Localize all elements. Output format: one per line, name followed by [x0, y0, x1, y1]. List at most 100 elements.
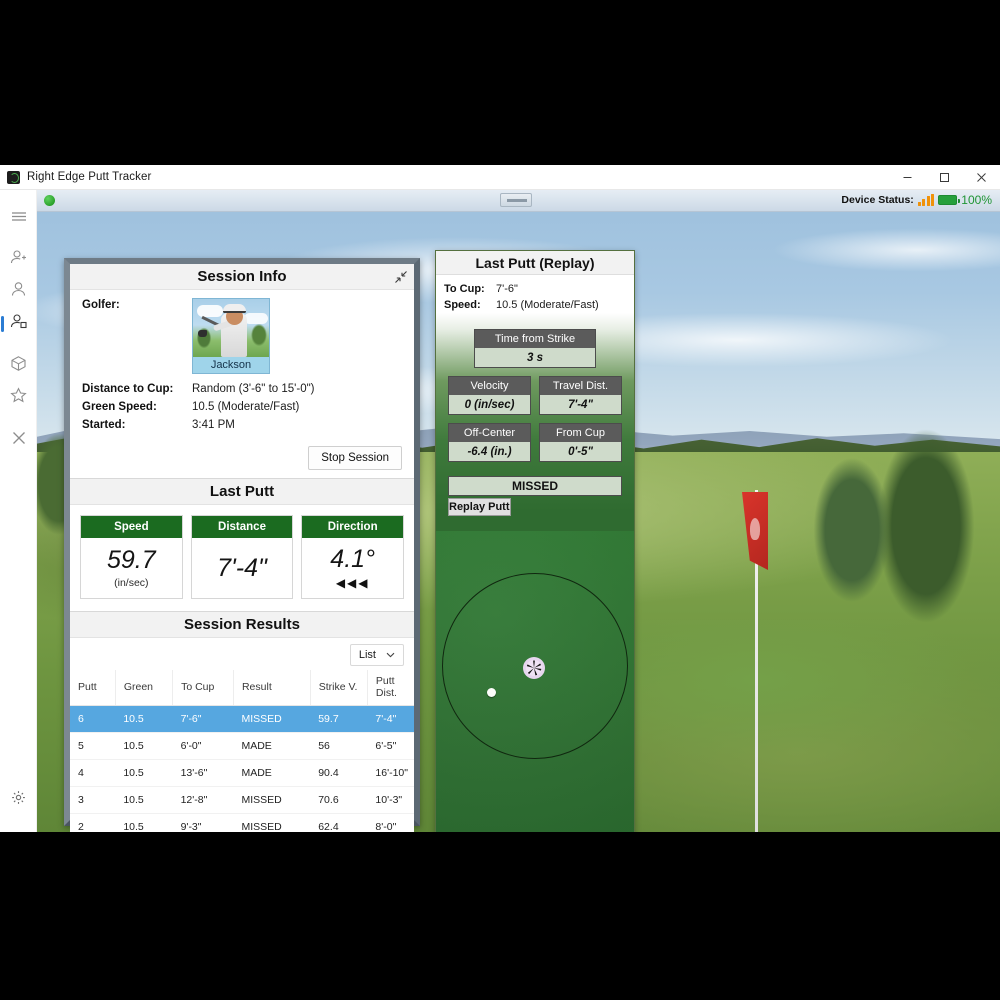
table-row[interactable]: 3 10.5 12'-8" MISSED 70.6 10'-3"	[70, 786, 414, 814]
sidebar-item-add-golfer[interactable]	[0, 244, 37, 276]
cell-putt: 6	[70, 705, 116, 733]
distance-to-cup-label: Distance to Cup:	[82, 383, 174, 395]
screenshot-root: Right Edge Putt Tracker Device Status: 1…	[0, 0, 1000, 1000]
column-header-putt: Putt	[70, 670, 116, 706]
replay-card-row: Off-Center -6.4 (in.) From Cup 0'-5"	[448, 423, 622, 470]
table-row[interactable]: 5 10.5 6'-0" MADE 56 6'-5"	[70, 732, 414, 760]
close-button[interactable]	[963, 165, 1000, 190]
cell-result: MISSED	[233, 705, 311, 733]
distance-tile-value: 7'-4"	[217, 553, 267, 582]
cell-green: 10.5	[115, 705, 173, 733]
off-center-value: -6.4 (in.)	[449, 442, 530, 461]
travel-distance-card: Travel Dist. 7'-4"	[539, 376, 622, 415]
cell-to-cup: 12'-8"	[172, 786, 234, 814]
cell-to-cup: 7'-6"	[172, 705, 234, 733]
stop-session-button[interactable]: Stop Session	[308, 446, 402, 470]
green-speed-value: 10.5 (Moderate/Fast)	[192, 401, 300, 413]
direction-left-arrows-icon: ◀◀◀	[335, 575, 370, 590]
direction-tile-header: Direction	[302, 516, 404, 538]
table-header-row: Putt Green To Cup Result Strike V. Putt …	[70, 670, 414, 706]
last-putt-direction-tile: Direction 4.1° ◀◀◀	[301, 515, 405, 599]
cell-to-cup: 13'-6"	[172, 759, 234, 787]
sidebar-item-close-session[interactable]	[0, 424, 37, 456]
replay-putt-button[interactable]: Replay Putt	[448, 498, 511, 516]
person-icon	[10, 281, 27, 303]
sidebar-item-menu[interactable]	[0, 202, 37, 234]
sidebar-item-favorites[interactable]	[0, 382, 37, 414]
cell-green: 10.5	[115, 759, 173, 787]
sidebar-item-device[interactable]	[0, 350, 37, 382]
velocity-value: 0 (in/sec)	[449, 395, 530, 414]
last-putt-distance-tile: Distance 7'-4"	[190, 515, 294, 599]
time-from-strike-value: 3 s	[475, 348, 595, 367]
cell-putt: 4	[70, 759, 116, 787]
cell-result: MADE	[233, 759, 311, 787]
avatar[interactable]: Jackson	[192, 298, 270, 374]
session-info-actions: Stop Session	[70, 440, 414, 478]
cell-strike-v: 62.4	[310, 813, 368, 832]
cell-green: 10.5	[115, 732, 173, 760]
window-drag-handle[interactable]	[500, 193, 532, 207]
window-titlebar: Right Edge Putt Tracker	[0, 165, 1000, 190]
travel-distance-value: 7'-4"	[540, 395, 621, 414]
travel-distance-header: Travel Dist.	[540, 377, 621, 395]
speed-tile-unit: (in/sec)	[114, 577, 149, 590]
cell-putt: 2	[70, 813, 116, 832]
window-title: Right Edge Putt Tracker	[27, 171, 152, 183]
table-row[interactable]: 4 10.5 13'-6" MADE 90.4 16'-10"	[70, 759, 414, 787]
replay-to-cup-value: 7'-6"	[496, 283, 518, 295]
app-logo-icon	[7, 170, 20, 184]
cell-green: 10.5	[115, 786, 173, 814]
cell-putt-dist: 6'-5"	[367, 732, 414, 760]
from-cup-header: From Cup	[540, 424, 621, 442]
close-x-icon	[11, 430, 27, 451]
sidebar-item-settings[interactable]	[0, 784, 37, 816]
sidebar-item-golfer[interactable]	[0, 276, 37, 308]
started-label: Started:	[82, 419, 126, 431]
collapse-arrows-icon[interactable]	[394, 270, 408, 284]
off-center-card: Off-Center -6.4 (in.)	[448, 423, 531, 462]
last-putt-header: Last Putt	[70, 479, 414, 505]
cell-result: MISSED	[233, 786, 311, 814]
replay-info-row: Speed: 10.5 (Moderate/Fast)	[444, 297, 626, 313]
sidebar-item-golfer-settings[interactable]	[0, 308, 37, 340]
column-header-putt-dist: Putt Dist.	[367, 670, 414, 706]
last-putt-panel: Last Putt Speed 59.7 (in/sec) Distance 7…	[70, 478, 414, 611]
cell-to-cup: 6'-0"	[172, 732, 234, 760]
connected-green-dot	[44, 195, 55, 206]
table-row[interactable]: 2 10.5 9'-3" MISSED 62.4 8'-0"	[70, 813, 414, 832]
last-putt-title: Last Putt	[209, 483, 275, 500]
person-settings-icon	[10, 313, 27, 335]
from-cup-card: From Cup 0'-5"	[539, 423, 622, 462]
pine-tree-right-small	[804, 440, 904, 620]
speed-tile-value: 59.7	[107, 545, 156, 574]
replay-green-view[interactable]	[436, 531, 634, 832]
cube-icon	[10, 355, 27, 377]
view-mode-label: List	[358, 649, 376, 661]
session-info-title: Session Info	[197, 268, 287, 285]
cup-hole-icon	[523, 657, 545, 679]
results-table: Putt Green To Cup Result Strike V. Putt …	[70, 670, 414, 832]
person-add-icon	[10, 249, 27, 271]
results-toolbar: List	[70, 638, 414, 670]
view-mode-dropdown[interactable]: List	[349, 644, 404, 666]
time-from-strike-header: Time from Strike	[475, 330, 595, 348]
column-header-to-cup: To Cup	[172, 670, 234, 706]
left-navigation-rail	[0, 190, 37, 832]
replay-to-cup-label: To Cup:	[444, 283, 485, 295]
velocity-header: Velocity	[449, 377, 530, 395]
device-status-label: Device Status:	[841, 194, 914, 206]
minimize-button[interactable]	[889, 165, 926, 190]
cell-green: 10.5	[115, 813, 173, 832]
battery-percent: 100%	[961, 193, 992, 207]
table-row[interactable]: 6 10.5 7'-6" MISSED 59.7 7'-4"	[70, 705, 414, 733]
cell-putt: 5	[70, 732, 116, 760]
velocity-card: Velocity 0 (in/sec)	[448, 376, 531, 415]
time-from-strike-card: Time from Strike 3 s	[474, 329, 596, 368]
cell-result: MISSED	[233, 813, 311, 832]
cell-strike-v: 90.4	[310, 759, 368, 787]
signal-bars-icon	[917, 194, 935, 206]
maximize-button[interactable]	[926, 165, 963, 190]
replay-result-badge: MISSED	[448, 476, 622, 496]
cell-putt-dist: 8'-0"	[367, 813, 414, 832]
